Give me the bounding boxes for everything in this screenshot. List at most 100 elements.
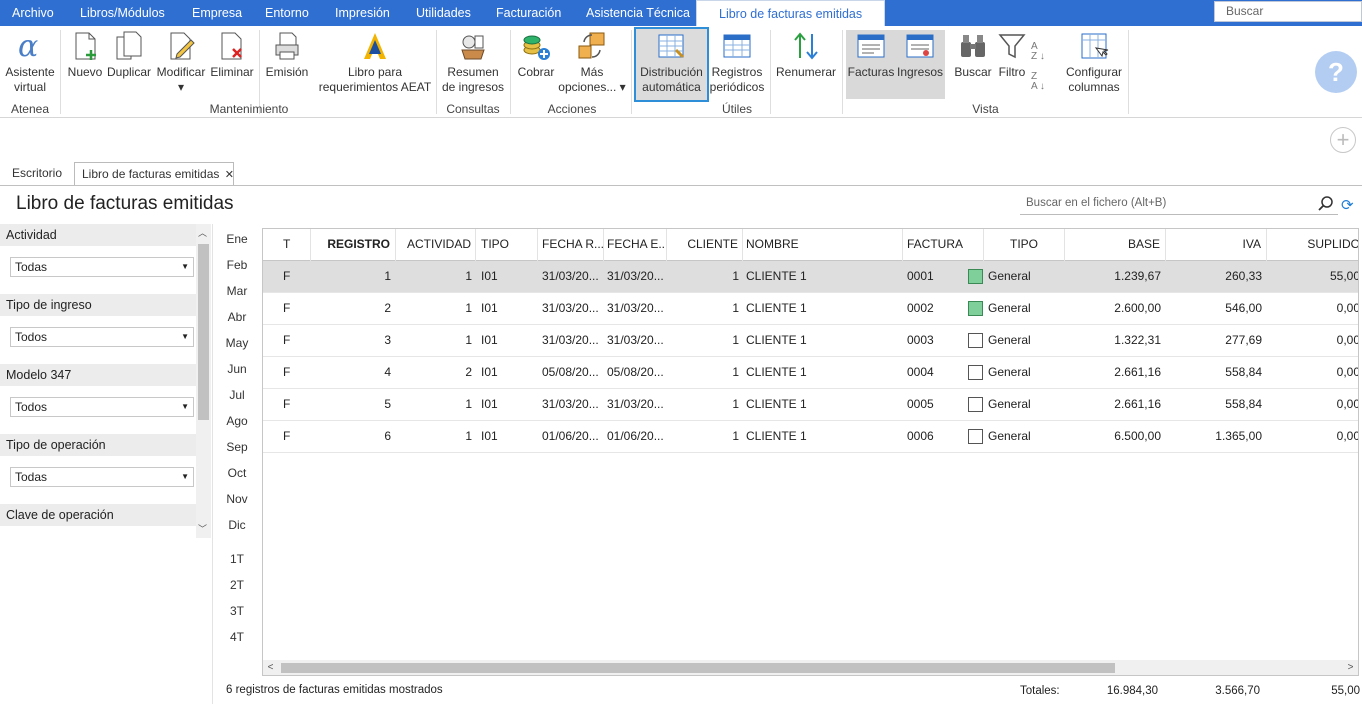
add-tab-button[interactable]: + [1330, 127, 1356, 153]
row-checkbox[interactable] [968, 333, 983, 348]
col-tipo-operacion[interactable]: TIPO [984, 229, 1065, 261]
close-icon[interactable]: ✕ [225, 169, 234, 181]
month-mar[interactable]: Mar [225, 284, 249, 298]
filter-actividad-select[interactable]: Todas ▼ [10, 257, 194, 277]
search-icon[interactable] [1318, 196, 1334, 212]
menu-archivo[interactable]: Archivo [12, 0, 54, 26]
renumerar-button[interactable]: Renumerar [775, 30, 837, 98]
month-abr[interactable]: Abr [225, 310, 249, 324]
registros-periodicos-button[interactable]: Registros periódicos [709, 30, 765, 98]
file-search-input[interactable]: Buscar en el fichero (Alt+B) [1020, 191, 1338, 215]
buscar-button[interactable]: Buscar [952, 30, 994, 98]
duplicar-button[interactable]: Duplicar [106, 30, 152, 98]
help-button[interactable]: ? [1315, 51, 1357, 93]
row-checkbox[interactable] [968, 397, 983, 412]
sort-icon[interactable]: AZ ↓ Z A ↓ [1031, 42, 1053, 92]
cell-suplido: 0,00 [1336, 397, 1359, 411]
col-t[interactable]: T [263, 229, 311, 261]
col-fecha-registro[interactable]: FECHA R... [538, 229, 604, 261]
row-checkbox[interactable] [968, 365, 983, 380]
filter-clave-operacion-select[interactable] [10, 534, 194, 544]
month-ago[interactable]: Ago [225, 414, 249, 428]
row-checkbox[interactable] [968, 269, 983, 284]
tab-escritorio[interactable]: Escritorio [12, 162, 62, 186]
mas-opciones-button[interactable]: Más opciones... ▾ [558, 30, 626, 98]
chevron-down-icon[interactable]: ﹀ [198, 522, 207, 535]
chevron-right-icon[interactable]: > [1343, 660, 1358, 675]
col-registro[interactable]: REGISTRO [311, 229, 396, 261]
asistente-virtual-button[interactable]: α Asistente virtual [4, 30, 56, 98]
chevron-left-icon[interactable]: < [263, 660, 278, 675]
month-oct[interactable]: Oct [225, 466, 249, 480]
menu-libro-facturas-emitidas[interactable]: Libro de facturas emitidas [696, 0, 886, 26]
filtro-button[interactable]: Filtro [996, 30, 1028, 98]
cobrar-button[interactable]: Cobrar [515, 30, 557, 98]
cell-actividad: 1 [465, 397, 472, 411]
row-checkbox[interactable] [968, 301, 983, 316]
table-row[interactable]: F 5 1 I01 31/03/20... 31/03/20... 1 CLIENTE 1 00… [263, 389, 1359, 421]
menu-facturacion[interactable]: Facturación [496, 0, 561, 26]
col-tipo[interactable]: TIPO [476, 229, 538, 261]
table-row[interactable]: F 3 1 I01 31/03/20... 31/03/20... 1 CLIENTE 1 00… [263, 325, 1358, 357]
filter-tipo-ingreso-select[interactable]: Todos ▼ [10, 327, 194, 347]
col-cliente[interactable]: CLIENTE [667, 229, 743, 261]
quarter-1t[interactable]: 1T [225, 552, 249, 566]
menu-asistencia-tecnica[interactable]: Asistencia Técnica [586, 0, 690, 26]
cell-actividad: 1 [465, 429, 472, 443]
month-feb[interactable]: Feb [225, 258, 249, 272]
month-nov[interactable]: Nov [225, 492, 249, 506]
configurar-columnas-button[interactable]: Configurar columnas [1063, 30, 1125, 98]
nuevo-button[interactable]: Nuevo [66, 30, 104, 98]
cell-tipo: I01 [481, 301, 498, 315]
table-row[interactable]: F 2 1 I01 31/03/20... 31/03/20... 1 CLIENTE 1 00… [263, 293, 1358, 325]
global-search-input[interactable]: Buscar [1214, 1, 1362, 22]
cell-cliente: 1 [732, 365, 739, 379]
month-jul[interactable]: Jul [225, 388, 249, 402]
table-row[interactable]: F 4 2 I01 05/08/20... 05/08/20... 1 CLIENTE 1 00… [263, 357, 1358, 389]
horizontal-scrollbar[interactable]: < > [263, 660, 1358, 675]
col-fecha-expedicion[interactable]: FECHA E... [604, 229, 667, 261]
filter-tipo-operacion-select[interactable]: Todas ▼ [10, 467, 194, 487]
cell-fecha-e: 31/03/20... [607, 397, 664, 411]
distribucion-automatica-button[interactable]: Distribución automática [634, 27, 709, 102]
month-dic[interactable]: Dic [225, 518, 249, 532]
month-may[interactable]: May [225, 336, 249, 350]
resumen-ingresos-button[interactable]: Resumen de ingresos [441, 30, 505, 98]
filter-scrollbar-thumb[interactable] [198, 244, 209, 420]
col-actividad[interactable]: ACTIVIDAD [396, 229, 476, 261]
col-nombre[interactable]: NOMBRE [743, 229, 903, 261]
refresh-icon[interactable]: ⟳ [1341, 196, 1354, 214]
col-suplido[interactable]: SUPLIDO [1267, 229, 1358, 261]
col-factura[interactable]: FACTURA [903, 229, 984, 261]
month-jun[interactable]: Jun [225, 362, 249, 376]
modificar-button[interactable]: Modificar ▾ [155, 30, 207, 98]
quarter-3t[interactable]: 3T [225, 604, 249, 618]
table-row[interactable]: F 6 1 I01 01/06/20... 01/06/20... 1 CLIENTE 1 00… [263, 421, 1358, 453]
libro-requerimientos-aeat-button[interactable]: Libro para requerimientos AEAT [318, 30, 432, 98]
menu-libros-modulos[interactable]: Libros/Módulos [80, 0, 165, 26]
emision-button[interactable]: Emisión [264, 30, 310, 98]
table-row[interactable]: F 1 1 I01 31/03/20... 31/03/20... 1 CLIENTE 1 00… [263, 261, 1358, 293]
row-checkbox[interactable] [968, 429, 983, 444]
month-sep[interactable]: Sep [225, 440, 249, 454]
horizontal-scrollbar-thumb[interactable] [281, 663, 1115, 673]
facturas-view-button[interactable]: Facturas [847, 30, 895, 98]
quarter-2t[interactable]: 2T [225, 578, 249, 592]
menu-empresa[interactable]: Empresa [192, 0, 242, 26]
quarter-4t[interactable]: 4T [225, 630, 249, 644]
filter-modelo-347-select[interactable]: Todos ▼ [10, 397, 194, 417]
chevron-up-icon[interactable]: ︿ [198, 226, 207, 239]
tab-libro-facturas-emitidas[interactable]: Libro de facturas emitidas ✕ [74, 162, 234, 186]
menu-impresion[interactable]: Impresión [335, 0, 390, 26]
filter-panel: Actividad Todas ▼ Tipo de ingreso Todos ▼ … [0, 224, 212, 544]
eliminar-button[interactable]: Eliminar [210, 30, 254, 98]
cell-fecha-e: 05/08/20... [607, 365, 664, 379]
month-ene[interactable]: Ene [225, 232, 249, 246]
col-iva[interactable]: IVA [1166, 229, 1267, 261]
chevron-down-icon: ▼ [181, 402, 189, 411]
columns-icon [1081, 33, 1109, 59]
menu-entorno[interactable]: Entorno [265, 0, 309, 26]
ingresos-view-button[interactable]: Ingresos [896, 30, 944, 98]
menu-utilidades[interactable]: Utilidades [416, 0, 471, 26]
col-base[interactable]: BASE [1065, 229, 1166, 261]
